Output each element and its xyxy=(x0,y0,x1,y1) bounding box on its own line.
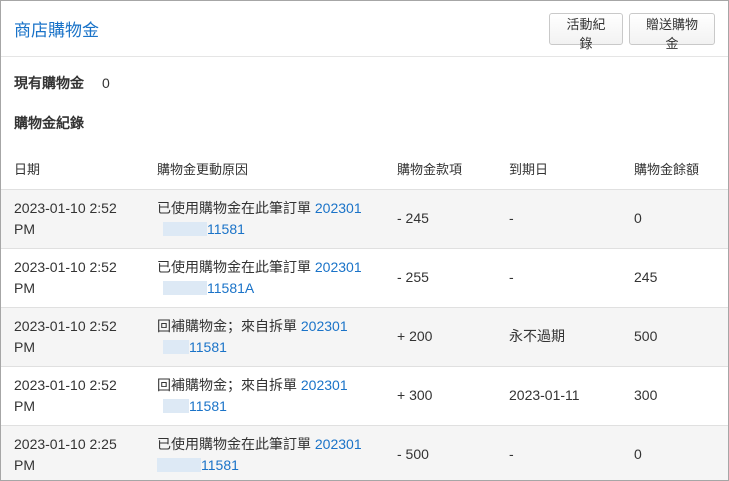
expiry-cell: - xyxy=(496,424,621,480)
date-cell: 2023-01-10 2:52 PM xyxy=(1,188,144,248)
column-header-balance: 購物金餘額 xyxy=(634,162,700,178)
table-header-row: 日期 購物金更動原因 購物金款項 到期日 購物金餘額 xyxy=(1,149,728,189)
store-credit-panel: 商店購物金 活動紀錄 贈送購物金 現有購物金 0 購物金紀錄 日期 購物金更動原… xyxy=(0,0,729,481)
reason-cell: 已使用購物金在此筆訂單 202301 11581 xyxy=(144,424,384,480)
reason-cell: 回補購物金；來自拆單 202301 11581 xyxy=(144,306,384,366)
table-row: 2023-01-10 2:52 PM 已使用購物金在此筆訂單 202301 1158… xyxy=(1,247,728,307)
balance-cell: 0 xyxy=(621,424,728,480)
redacted-mask xyxy=(163,221,207,236)
records-heading: 購物金紀錄 xyxy=(14,115,84,131)
balance-cell: 0 xyxy=(621,188,728,248)
date-cell: 2023-01-10 2:25 PM xyxy=(1,424,144,480)
amount-cell: + 300 xyxy=(384,365,496,425)
gift-credit-button[interactable]: 贈送購物金 xyxy=(629,12,715,51)
date-cell: 2023-01-10 2:52 PM xyxy=(1,247,144,307)
reason-cell: 已使用購物金在此筆訂單 202301 11581 xyxy=(144,188,384,248)
panel-header: 商店購物金 活動紀錄 贈送購物金 xyxy=(1,1,728,57)
reason-cell: 回補購物金；來自拆單 202301 11581 xyxy=(144,365,384,425)
date-cell: 2023-01-10 2:52 PM xyxy=(1,365,144,425)
page-title: 商店購物金 xyxy=(14,21,99,40)
date-cell: 2023-01-10 2:52 PM xyxy=(1,306,144,366)
reason-cell: 已使用購物金在此筆訂單 202301 11581A xyxy=(144,247,384,307)
redacted-mask xyxy=(163,339,189,354)
amount-cell: + 200 xyxy=(384,306,496,366)
balance-cell: 300 xyxy=(621,365,728,425)
table-row: 2023-01-10 2:52 PM 回補購物金；來自拆單 202301 11581… xyxy=(1,306,728,366)
column-header-amount: 購物金款項 xyxy=(397,162,463,178)
redacted-mask xyxy=(157,457,201,472)
column-header-reason: 購物金更動原因 xyxy=(157,162,249,178)
table-row: 2023-01-10 2:52 PM 已使用購物金在此筆訂單 202301 1158… xyxy=(1,188,728,248)
balance-cell: 245 xyxy=(621,247,728,307)
current-credit-value: 0 xyxy=(102,75,110,91)
redacted-mask xyxy=(163,398,189,413)
expiry-cell: 永不過期 xyxy=(496,306,621,366)
expiry-cell: 2023-01-11 xyxy=(496,365,621,425)
activity-log-button[interactable]: 活動紀錄 xyxy=(549,12,623,51)
expiry-cell: - xyxy=(496,247,621,307)
amount-cell: - 500 xyxy=(384,424,496,480)
table-row: 2023-01-10 2:52 PM 回補購物金；來自拆單 202301 11581… xyxy=(1,365,728,425)
expiry-cell: - xyxy=(496,188,621,248)
current-credit-label: 現有購物金 xyxy=(14,75,84,91)
redacted-mask xyxy=(163,280,207,295)
current-credit-summary: 現有購物金 0 xyxy=(1,57,728,109)
amount-cell: - 245 xyxy=(384,188,496,248)
amount-cell: - 255 xyxy=(384,247,496,307)
column-header-date: 日期 xyxy=(14,162,41,178)
column-header-expiry: 到期日 xyxy=(509,162,549,178)
balance-cell: 500 xyxy=(621,306,728,366)
credit-records-table: 日期 購物金更動原因 購物金款項 到期日 購物金餘額 2023-01-10 2:… xyxy=(1,149,728,480)
table-row: 2023-01-10 2:25 PM 已使用購物金在此筆訂單 202301 1158… xyxy=(1,424,728,480)
